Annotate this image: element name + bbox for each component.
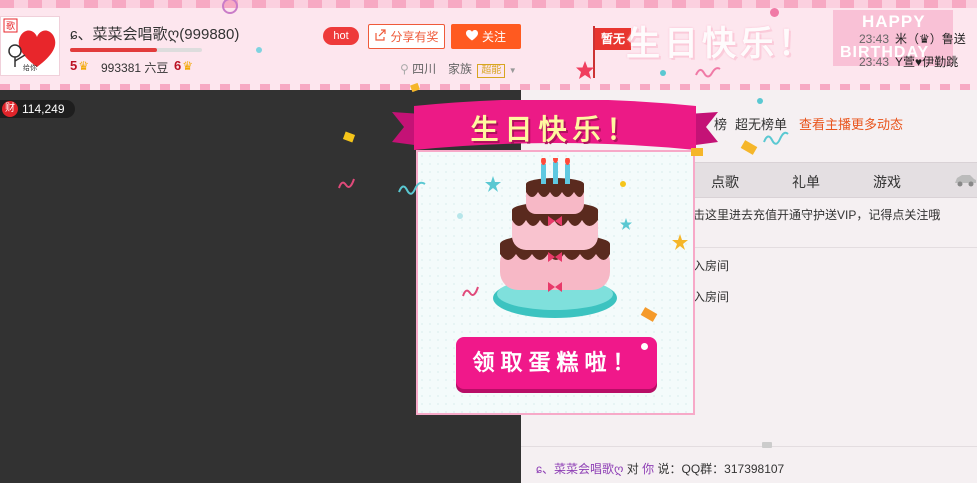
tab-song-request[interactable]: 点歌 [711,172,739,192]
heart-icon [465,29,478,44]
family-info[interactable]: 家族 超能 ▼ [448,60,517,78]
follow-label: 关注 [481,30,506,44]
family-label: 家族 [448,62,473,76]
chat-divider [521,446,977,447]
gift-message: 23:43 米（♛）鲁送 [859,30,966,47]
location: ⚲ 四川 [400,60,436,77]
confetti-dot [457,213,463,219]
message-text: Y萱♥伊勤跳 [895,55,959,69]
tab-games[interactable]: 游戏 [873,172,901,192]
anchor-level-number: 5 [70,58,78,73]
star-icon [672,234,688,250]
chat-text: 说：QQ群：317398107 [657,462,785,476]
tab-gift-list[interactable]: 礼单 [792,172,820,192]
crown-icon: ♛ [182,59,193,73]
button-highlight-dot [641,343,648,350]
squiggle-icon [695,67,721,78]
star-icon [485,176,501,192]
chat-message: 入房间 [693,290,730,304]
chat-message: 入房间 [693,259,730,273]
confetti-dot [620,181,626,187]
message-time: 23:43 [859,32,890,46]
message-time: 23:43 [859,55,890,69]
squiggle-icon [462,286,479,297]
confetti-dot [770,8,779,17]
share-button[interactable]: 分享有奖 [368,24,445,49]
chat-you: 你 [642,462,655,476]
bean-count: 993381 六豆 [101,61,169,75]
swirl-icon [222,0,238,14]
next-level-number: 6 [174,58,182,73]
gift-message: 23:43 Y萱♥伊勤跳 [859,53,958,70]
squiggle-icon [338,178,355,189]
confetti-dot [757,98,763,104]
star-icon [576,61,594,79]
avatar-badge: 歌 [6,21,16,31]
message-text: 米（♛）鲁送 [895,32,966,46]
anchor-level: 5♛ [70,58,89,73]
share-icon [374,29,387,44]
next-level: 6♛ [174,58,193,73]
location-pin-icon: ⚲ [400,62,409,76]
birthday-cake-icon [493,158,617,318]
squiggle-icon [398,181,426,195]
confetti-dot [660,70,666,76]
room-header: 歌 给你 ɕ、菜菜会唱歌ღ(999880) 5♛ 993381 六豆 6♛ ho… [0,0,977,90]
happy-text: HAPPY [862,12,926,31]
confetti-dot [256,47,262,53]
share-label: 分享有奖 [390,30,439,44]
wealth-value: 114,249 [22,102,65,116]
family-tag: 超能 [477,64,506,78]
level-progress [70,48,202,52]
squiggle-icon [763,131,789,145]
location-text: 四川 [412,62,437,76]
car-icon[interactable] [953,173,977,187]
confetti-piece [691,148,703,156]
chat-to: 对 [626,462,639,476]
popup-title: 生日快乐！ [470,114,641,145]
avatar-caption: 给你 [23,65,37,72]
more-updates-link[interactable]: 查看主播更多动态 [799,114,903,133]
public-chat-line: ɕ、菜菜会唱歌ღ 对 你 说：QQ群：317398107 [536,460,784,477]
chevron-down-icon: ▼ [508,66,517,75]
anchor-avatar[interactable]: 歌 给你 [0,16,60,76]
hot-badge: hot [323,27,359,45]
anchor-name[interactable]: ɕ、菜菜会唱歌ღ(999880) [70,23,239,44]
crown-icon: ♛ [78,59,89,73]
follow-button[interactable]: 关注 [451,24,521,49]
wealth-counter: 财 114,249 [0,100,75,118]
birthday-decoration-text: 生日快乐！ [626,25,816,63]
chat-sender[interactable]: ɕ、菜菜会唱歌ღ [536,462,623,476]
wealth-icon: 财 [2,101,18,117]
star-icon [620,218,632,230]
claim-cake-button[interactable]: 领取蛋糕啦！ [456,337,657,389]
collapse-handle[interactable] [762,442,772,448]
chat-message: 击这里进去充值开通守护送VIP，记得点关注哦 [693,208,941,222]
